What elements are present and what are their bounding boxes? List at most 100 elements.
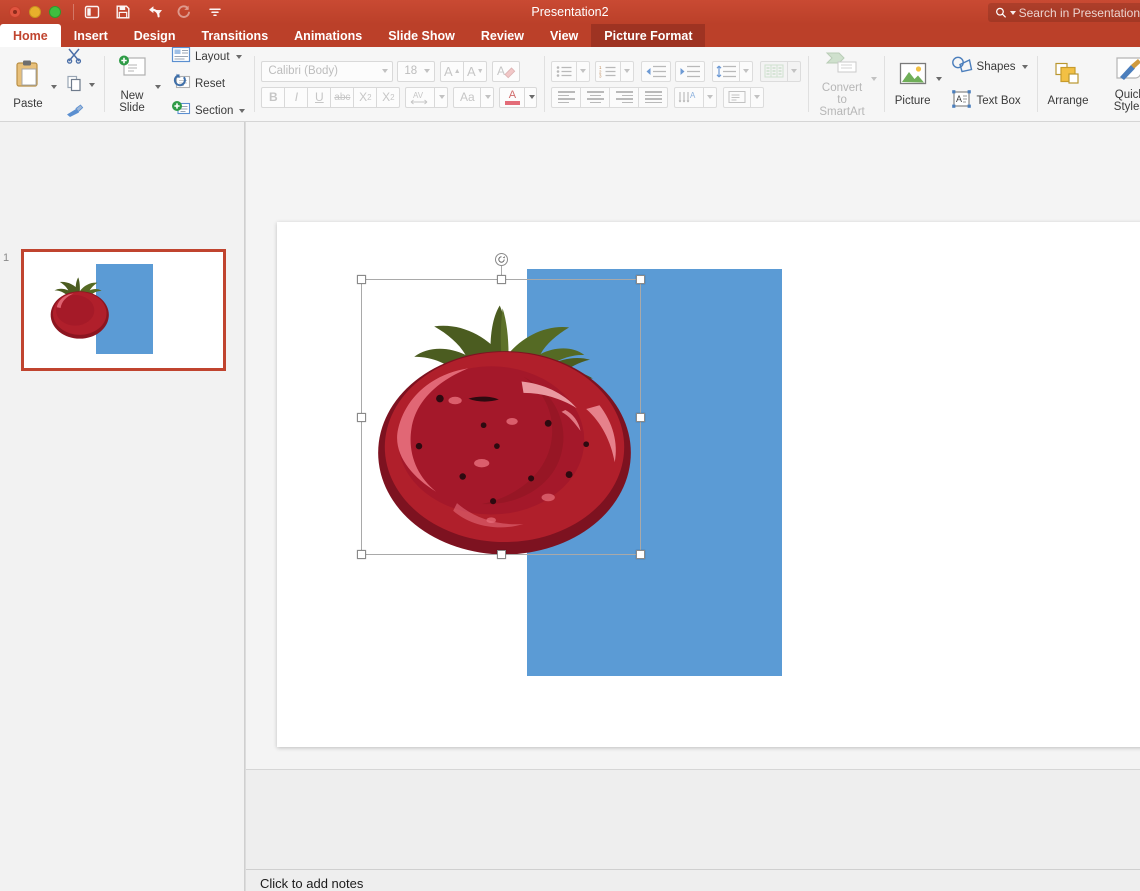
quick-styles-button[interactable]: Quick Styles xyxy=(1108,47,1140,121)
font-color-dropdown-button[interactable] xyxy=(524,86,538,108)
convert-to-smartart-button[interactable]: Convert to SmartArt xyxy=(815,48,868,120)
align-left-button[interactable] xyxy=(551,86,582,108)
resize-handle-top-right[interactable] xyxy=(636,275,645,284)
strikethrough-button[interactable]: abc xyxy=(330,86,355,108)
format-painter-button[interactable] xyxy=(63,101,97,122)
resize-handle-bottom-right[interactable] xyxy=(636,550,645,559)
align-text-button[interactable] xyxy=(723,86,752,108)
resize-handle-middle-right[interactable] xyxy=(636,412,645,422)
font-color-button[interactable]: A xyxy=(499,86,526,108)
notes-pane[interactable]: Click to add notes xyxy=(246,769,1140,891)
decrease-indent-button[interactable] xyxy=(641,60,672,82)
smartart-dropdown-icon[interactable] xyxy=(870,77,877,81)
shapes-dropdown-icon[interactable] xyxy=(1021,65,1028,69)
font-name-dropdown-icon[interactable] xyxy=(382,69,389,73)
search-box[interactable]: Search in Presentation xyxy=(988,3,1140,22)
section-button[interactable]: Section xyxy=(169,99,247,121)
align-text-dropdown-button[interactable] xyxy=(750,86,765,108)
undo-icon[interactable] xyxy=(145,3,163,21)
notes-placeholder[interactable]: Click to add notes xyxy=(260,876,363,891)
undo-group[interactable] xyxy=(145,3,162,21)
underline-button[interactable]: U xyxy=(307,86,332,108)
maximize-window-button[interactable] xyxy=(49,6,61,18)
resize-handle-top-center[interactable] xyxy=(496,275,506,284)
tab-insert[interactable]: Insert xyxy=(61,24,121,47)
close-window-button[interactable] xyxy=(9,6,21,18)
copy-button[interactable] xyxy=(63,73,97,98)
resize-handle-middle-left[interactable] xyxy=(357,412,366,422)
columns-button[interactable] xyxy=(760,60,789,82)
copy-dropdown-icon[interactable] xyxy=(89,83,95,87)
cut-button[interactable] xyxy=(63,47,97,70)
ribbon-group-font: Calibri (Body) 18 A ▲ A ▼ A B I U abc X … xyxy=(254,47,544,121)
align-center-icon xyxy=(586,91,604,103)
increase-indent-button[interactable] xyxy=(675,60,706,82)
character-spacing-dropdown-button[interactable] xyxy=(434,86,449,108)
resize-handle-bottom-left[interactable] xyxy=(357,550,366,559)
bullets-dropdown-button[interactable] xyxy=(576,60,591,82)
justify-button[interactable] xyxy=(638,86,669,108)
rotation-handle[interactable] xyxy=(494,253,508,266)
decrease-font-size-button[interactable]: A ▼ xyxy=(463,60,488,82)
font-size-input[interactable]: 18 xyxy=(397,60,436,82)
text-direction-dropdown-button[interactable] xyxy=(703,86,718,108)
tab-picture-format[interactable]: Picture Format xyxy=(591,24,706,47)
columns-dropdown-button[interactable] xyxy=(787,60,802,82)
new-slide-button[interactable]: New Slide xyxy=(111,52,153,116)
sidebar-toggle-icon[interactable] xyxy=(83,3,101,21)
tab-transitions[interactable]: Transitions xyxy=(188,24,281,47)
align-right-button[interactable] xyxy=(609,86,640,108)
layout-dropdown-icon[interactable] xyxy=(235,55,242,59)
redo-icon[interactable] xyxy=(175,3,193,21)
change-case-button[interactable]: Aa xyxy=(453,86,482,108)
subscript-button[interactable]: X2 xyxy=(376,86,401,108)
layout-button[interactable]: Layout xyxy=(169,47,247,69)
tab-slide-show[interactable]: Slide Show xyxy=(375,24,468,47)
slide-thumbnail-panel[interactable]: 1 xyxy=(0,122,245,891)
shapes-button[interactable]: Shapes xyxy=(949,54,1030,81)
font-size-dropdown-icon[interactable] xyxy=(424,69,431,73)
slide-canvas[interactable] xyxy=(277,222,1140,747)
bullets-button[interactable] xyxy=(551,60,578,82)
quick-styles-label-1: Quick xyxy=(1114,89,1140,101)
new-slide-dropdown-icon[interactable] xyxy=(155,85,161,89)
character-spacing-button[interactable]: AV xyxy=(405,86,436,108)
picture-button[interactable]: Picture xyxy=(891,59,935,109)
window-controls[interactable] xyxy=(0,6,61,18)
tab-review[interactable]: Review xyxy=(468,24,537,47)
superscript-button[interactable]: X2 xyxy=(353,86,378,108)
numbering-dropdown-button[interactable] xyxy=(620,60,635,82)
line-spacing-button[interactable] xyxy=(712,60,741,82)
bold-button[interactable]: B xyxy=(261,86,286,108)
italic-button[interactable]: I xyxy=(284,86,309,108)
resize-handle-top-left[interactable] xyxy=(357,275,366,284)
numbering-button[interactable]: 1 2 3 xyxy=(595,60,622,82)
save-icon[interactable] xyxy=(114,3,132,21)
paste-dropdown-icon[interactable] xyxy=(51,85,57,89)
customize-toolbar-icon[interactable] xyxy=(206,3,224,21)
section-dropdown-icon[interactable] xyxy=(239,109,246,113)
paste-button[interactable]: Paste xyxy=(7,56,49,112)
line-spacing-dropdown-button[interactable] xyxy=(739,60,754,82)
font-name-input[interactable]: Calibri (Body) xyxy=(261,60,394,82)
reset-button[interactable]: Reset xyxy=(169,72,247,96)
slide-canvas-area[interactable] xyxy=(246,122,1140,769)
bullets-icon xyxy=(557,65,572,77)
change-case-dropdown-button[interactable] xyxy=(480,86,495,108)
search-dropdown-icon[interactable] xyxy=(1009,10,1016,15)
tab-animations[interactable]: Animations xyxy=(281,24,375,47)
text-direction-button[interactable]: A xyxy=(674,86,705,108)
text-box-button[interactable]: A Text Box xyxy=(949,88,1030,115)
clear-formatting-button[interactable]: A xyxy=(492,60,521,82)
arrange-button[interactable]: Arrange xyxy=(1044,47,1093,121)
align-center-button[interactable] xyxy=(580,86,611,108)
tab-design[interactable]: Design xyxy=(121,24,189,47)
minimize-window-button[interactable] xyxy=(29,6,41,18)
picture-dropdown-icon[interactable] xyxy=(935,77,942,81)
tab-home[interactable]: Home xyxy=(0,24,61,47)
tab-view[interactable]: View xyxy=(537,24,591,47)
convert-to-smartart-label-1: Convert to xyxy=(821,82,863,106)
increase-font-size-button[interactable]: A ▲ xyxy=(440,60,465,82)
slide-thumbnail-1[interactable] xyxy=(21,249,226,371)
resize-handle-bottom-center[interactable] xyxy=(496,550,506,559)
